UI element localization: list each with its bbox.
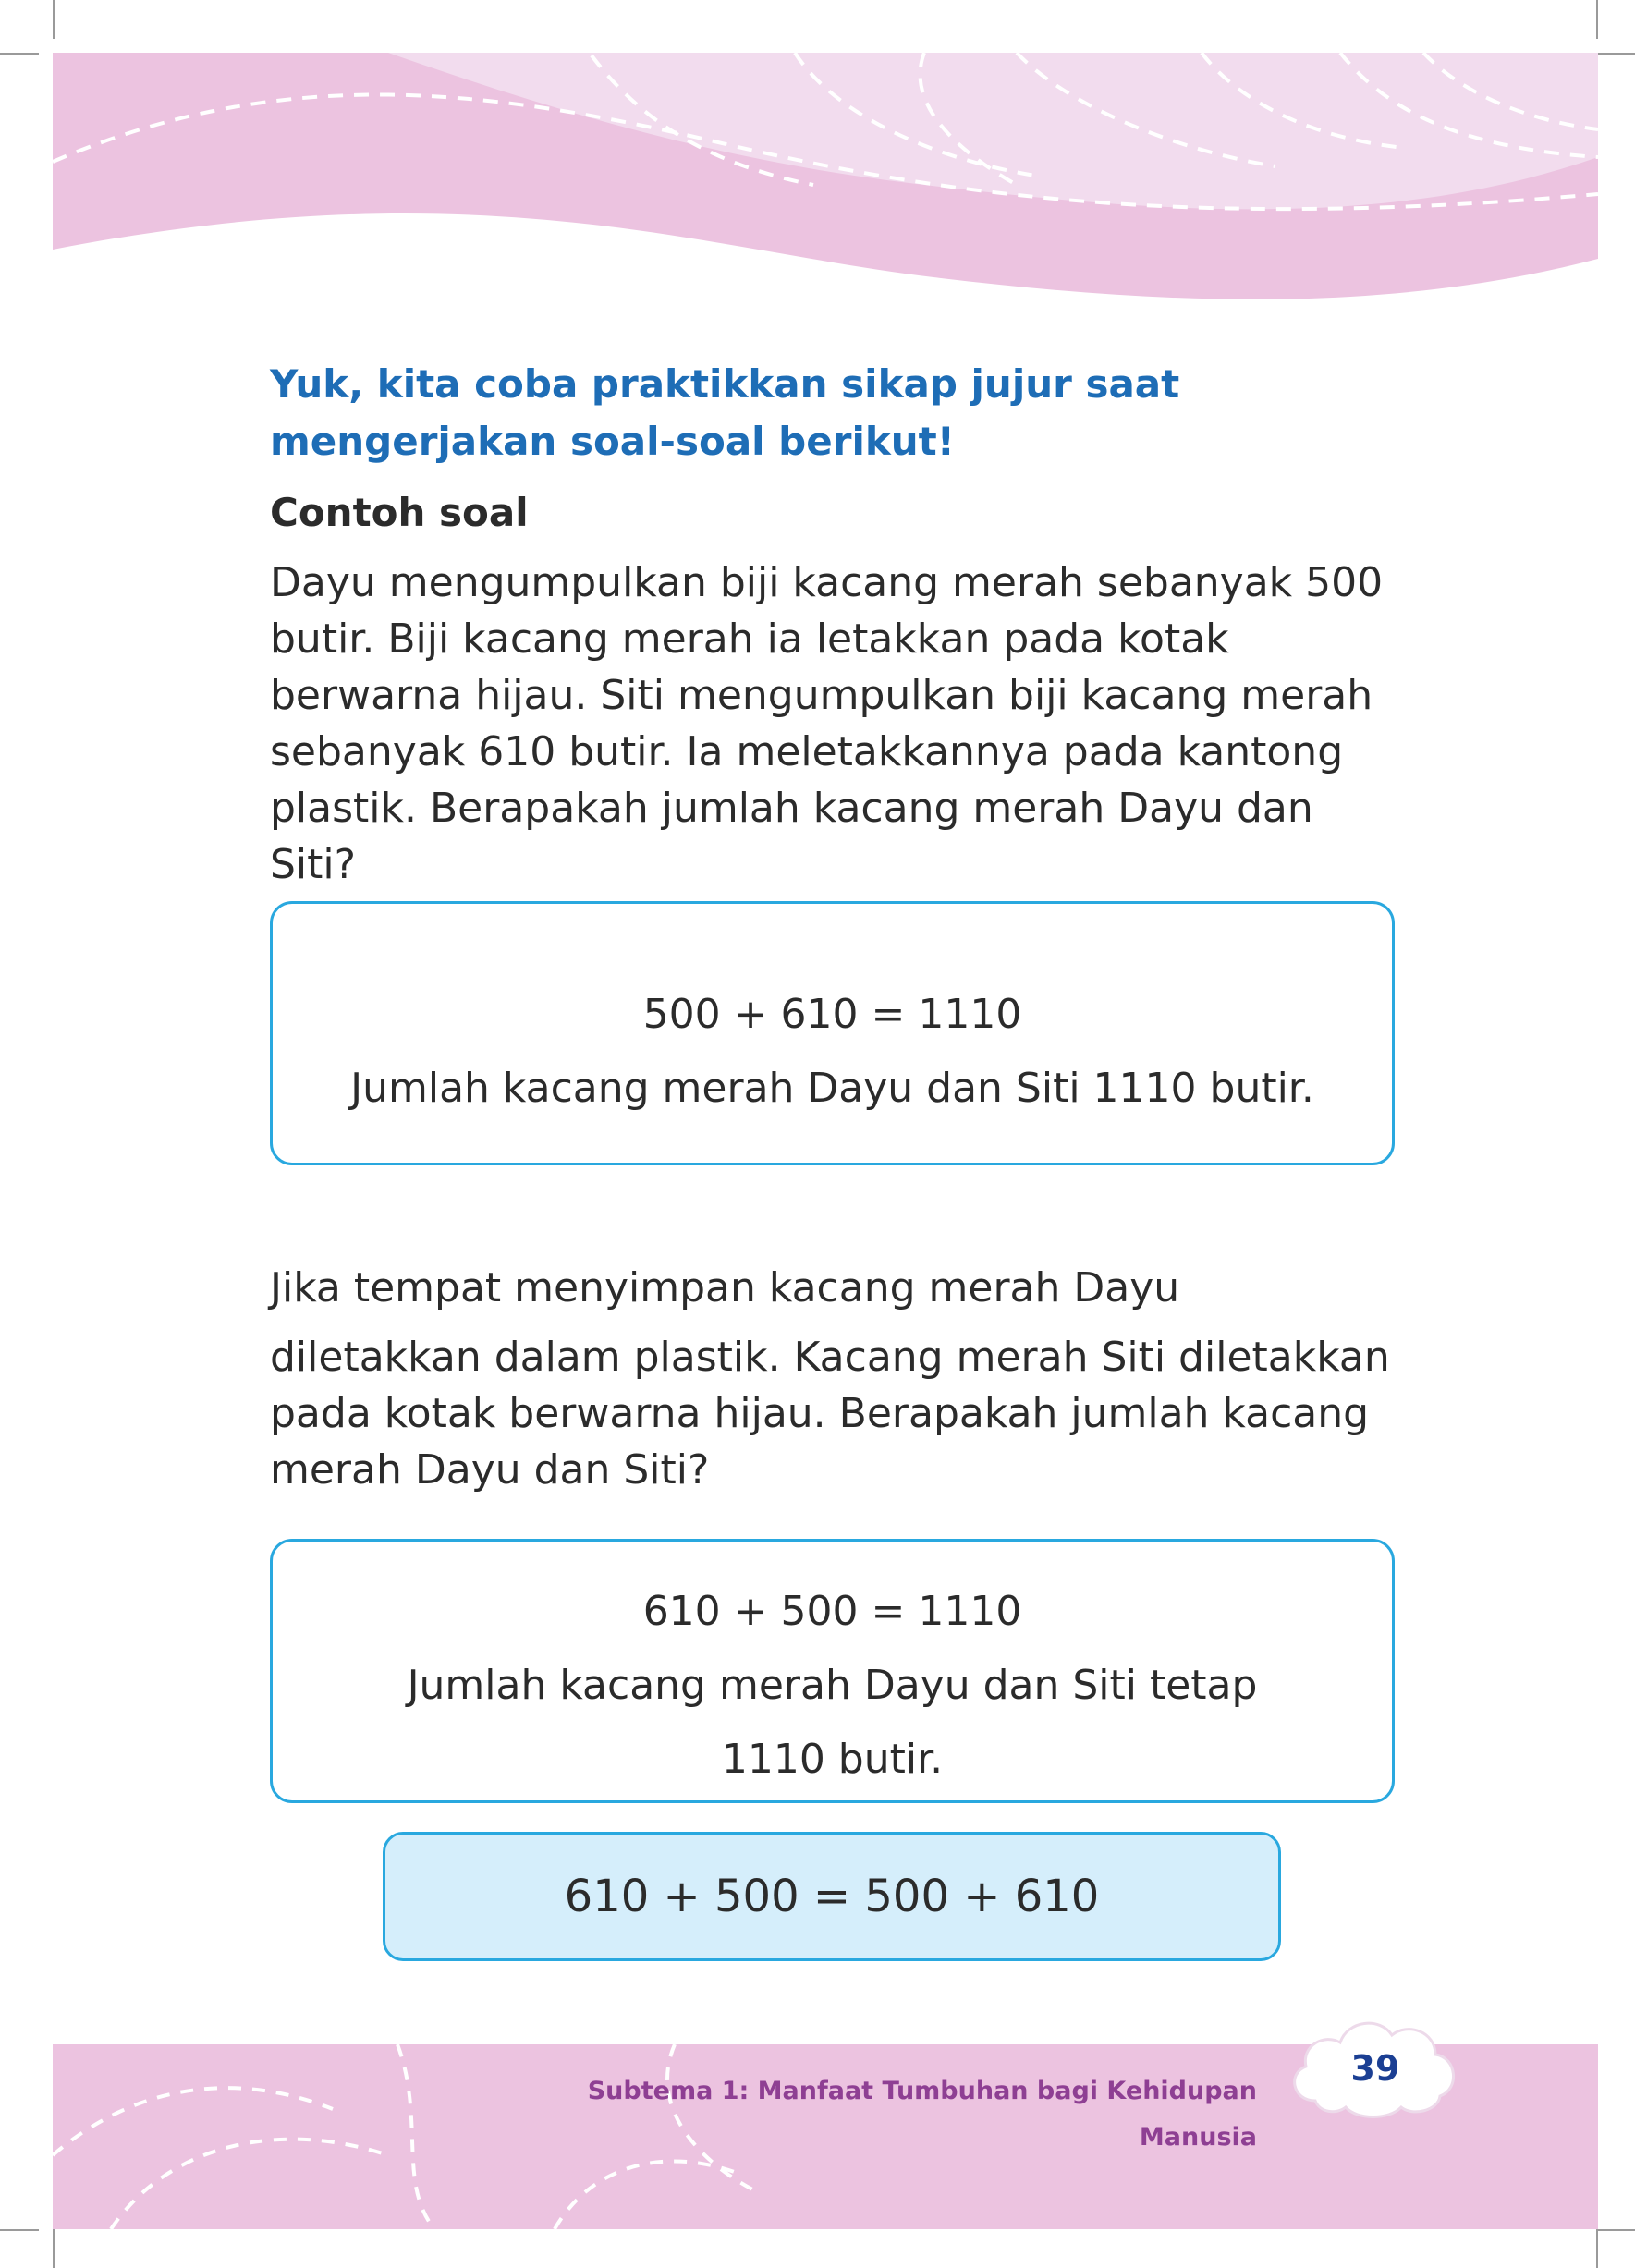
answer-box-1: 500 + 610 = 1110 Jumlah kacang merah Day… <box>270 901 1395 1165</box>
answer-2-equation: 610 + 500 = 1110 <box>642 1588 1022 1635</box>
crop-mark <box>1596 2229 1635 2231</box>
page-number: 39 <box>1350 2048 1400 2089</box>
summary-equation-box: 610 + 500 = 500 + 610 <box>383 1832 1281 1961</box>
intro-heading: Yuk, kita coba praktikkan sikap jujur sa… <box>270 361 1180 464</box>
crop-mark <box>53 2229 55 2268</box>
answer-box-2: 610 + 500 = 1110 Jumlah kacang merah Day… <box>270 1539 1395 1803</box>
crop-mark <box>0 2229 39 2231</box>
problem-2-line-1: Jika tempat menyimpan kacang merah Dayu <box>270 1264 1180 1311</box>
footer-subtheme: Subtema 1: Manfaat Tumbuhan bagi Kehidup… <box>587 2077 1257 2152</box>
example-subheading: Contoh soal <box>270 490 529 535</box>
answer-1-statement: Jumlah kacang merah Dayu dan Siti 1110 b… <box>350 1065 1314 1112</box>
problem-2-rest: diletakkan dalam plastik. Kacang merah S… <box>270 1334 1390 1494</box>
header-wave-decoration <box>52 51 1599 299</box>
crop-mark <box>1596 2229 1598 2268</box>
answer-2-statement: Jumlah kacang merah Dayu dan Siti tetap … <box>407 1662 1258 1783</box>
problem-2-text: Jika tempat menyimpan kacang merah Dayu … <box>270 1260 1407 1498</box>
problem-1-text: Dayu mengumpulkan biji kacang merah seba… <box>270 559 1384 888</box>
answer-1-equation: 500 + 610 = 1110 <box>642 991 1022 1038</box>
